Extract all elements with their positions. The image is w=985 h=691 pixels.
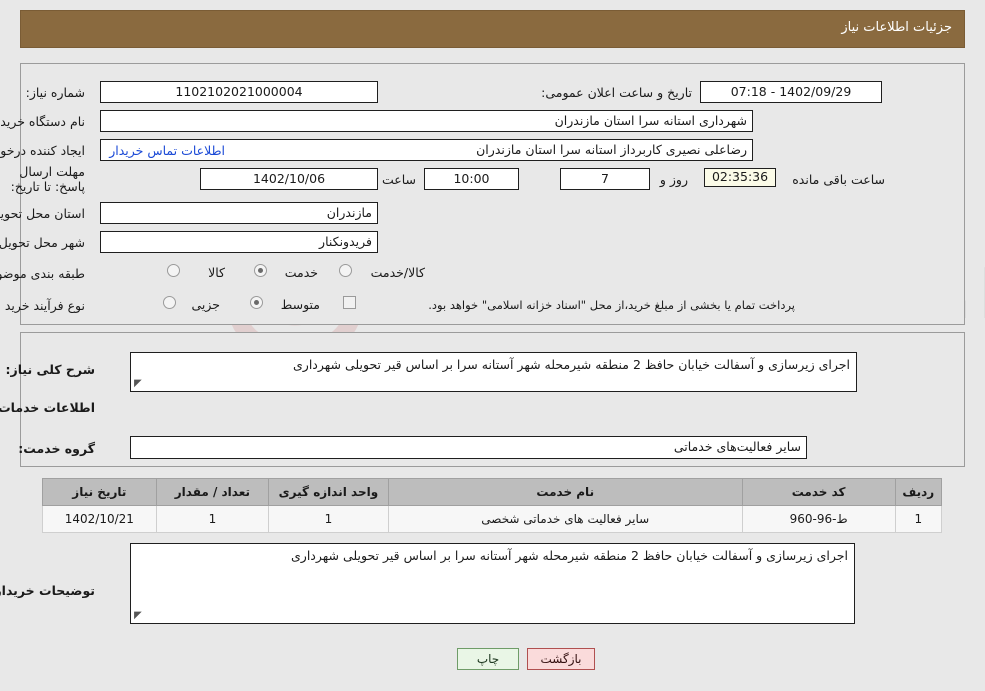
days-and-label: روز و (659, 172, 688, 187)
service-section-title: اطلاعات خدمات مورد نیاز (0, 400, 95, 415)
service-group-label: گروه خدمت: (18, 441, 95, 456)
buyer-notes-textarea[interactable]: اجرای زیرسازی و آسفالت خیابان حافظ 2 منط… (130, 543, 855, 624)
cell-quantity: 1 (155, 505, 270, 533)
deadline-date-value: 1402/10/06 (200, 168, 378, 190)
buyer-org-label: نام دستگاه خریدار: (0, 114, 85, 129)
table-row[interactable]: 1 ط-96-960 سایر فعالیت های خدماتی شخصی 1… (42, 505, 943, 533)
deadline-time-value: 10:00 (424, 168, 519, 190)
col-header-row-no: ردیف (894, 478, 943, 506)
category-option-kala-khedmat-label: کالا/خدمت (370, 265, 425, 280)
creator-label: ایجاد کننده درخواست: (0, 143, 85, 158)
cell-need-date: 1402/10/21 (42, 505, 157, 533)
radio-category-kala-khedmat[interactable] (339, 264, 352, 277)
need-number-value: 1102102021000004 (100, 81, 378, 103)
services-table: ردیف کد خدمت نام خدمت واحد اندازه گیری ت… (42, 478, 943, 533)
announcement-value: 1402/09/29 - 07:18 (700, 81, 882, 103)
header-bar: جزئیات اطلاعات نیاز (20, 10, 965, 48)
col-header-service-name: نام خدمت (387, 478, 743, 506)
need-number-label: شماره نیاز: (25, 85, 85, 100)
buyer-org-value: شهرداری استانه سرا استان مازندران (100, 110, 753, 132)
cell-service-name: سایر فعالیت های خدماتی شخصی (387, 505, 743, 533)
buyer-notes-label: توضیحات خریدار: (0, 583, 95, 598)
resize-handle-icon[interactable]: ◥ (134, 610, 144, 621)
page-title: جزئیات اطلاعات نیاز (841, 20, 952, 35)
treasury-note-label: پرداخت تمام یا بخشی از مبلغ خرید،از محل … (428, 298, 795, 312)
col-header-service-code: کد خدمت (741, 478, 896, 506)
buyer-notes-value: اجرای زیرسازی و آسفالت خیابان حافظ 2 منط… (291, 548, 848, 563)
city-label: شهر محل تحویل: (0, 235, 85, 250)
city-value: فریدونکنار (100, 231, 378, 253)
col-header-quantity: تعداد / مقدار (155, 478, 270, 506)
radio-process-jozii[interactable] (163, 296, 176, 309)
resize-handle-icon[interactable]: ◥ (134, 378, 144, 389)
province-value: مازندران (100, 202, 378, 224)
back-button[interactable]: بازگشت (527, 648, 595, 670)
col-header-unit: واحد اندازه گیری (268, 478, 389, 506)
remaining-hours-label: ساعت باقی مانده (792, 172, 885, 187)
radio-category-kala[interactable] (167, 264, 180, 277)
countdown-timer: 02:35:36 (704, 168, 776, 187)
buyer-contact-link[interactable]: اطلاعات تماس خریدار (109, 143, 225, 158)
category-label: طبقه بندی موضوعی: (0, 266, 85, 281)
table-header-row: ردیف کد خدمت نام خدمت واحد اندازه گیری ت… (42, 478, 943, 506)
service-group-value: سایر فعالیت‌های خدماتی (130, 436, 807, 459)
hour-label: ساعت (381, 172, 416, 187)
process-label: نوع فرآیند خرید : (0, 298, 85, 313)
process-option-motevaset-label: متوسط (280, 297, 320, 312)
deadline-label: مهلت ارسال پاسخ: تا تاریخ: (10, 164, 85, 194)
page-root: AriaTender.net جزئیات اطلاعات نیاز شماره… (0, 0, 985, 691)
general-desc-label: شرح کلی نیاز: (5, 362, 95, 377)
radio-category-khedmat[interactable] (254, 264, 267, 277)
province-label: استان محل تحویل: (0, 206, 85, 221)
checkbox-treasury-docs[interactable] (343, 296, 356, 309)
cell-service-code: ط-96-960 (741, 505, 896, 533)
cell-unit: 1 (268, 505, 389, 533)
radio-process-motevaset[interactable] (250, 296, 263, 309)
general-desc-value: اجرای زیرسازی و آسفالت خیابان حافظ 2 منط… (293, 357, 850, 372)
general-desc-textarea[interactable]: اجرای زیرسازی و آسفالت خیابان حافظ 2 منط… (130, 352, 857, 392)
category-option-khedmat-label: خدمت (284, 265, 318, 280)
cell-row-no: 1 (894, 505, 943, 533)
remaining-days-value: 7 (560, 168, 650, 190)
process-option-jozii-label: جزیی (191, 297, 220, 312)
announcement-label: تاریخ و ساعت اعلان عمومی: (541, 85, 692, 100)
print-button[interactable]: چاپ (457, 648, 519, 670)
col-header-need-date: تاریخ نیاز (42, 478, 157, 506)
category-option-kala-label: کالا (208, 265, 225, 280)
